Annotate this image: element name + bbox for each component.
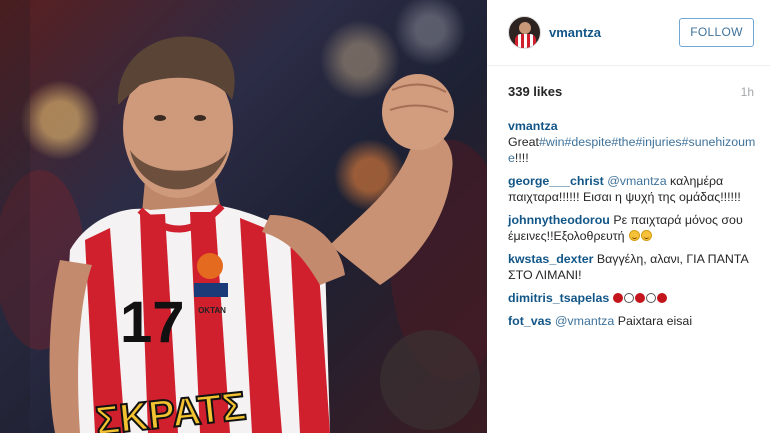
player-illustration: 17 OKTAN ΣΚΡΑΤΣ: [0, 0, 487, 433]
post-timestamp[interactable]: 1h: [741, 85, 754, 99]
red-circle-icon: [656, 293, 667, 303]
grinning-face-icon: [629, 230, 641, 241]
comment-username[interactable]: dimitris_tsapelas: [508, 291, 609, 305]
comment-item: kwstas_dexter Βαγγέλη, αλανι, ΓΙΑ ΠΑΝΤΑ …: [508, 251, 756, 283]
comment-item: vmantza Great#win#despite#the#injuries#s…: [508, 118, 756, 166]
red-circle-icon: [612, 293, 623, 303]
avatar[interactable]: [508, 16, 541, 49]
post-username[interactable]: vmantza: [549, 25, 601, 40]
avatar-head-shape: [519, 22, 531, 34]
red-circle-icon: [634, 293, 645, 303]
jersey-number: 17: [120, 290, 185, 355]
comment-item: dimitris_tsapelas: [508, 290, 756, 306]
comment-username[interactable]: george___christ: [508, 174, 604, 188]
post-stats: 339 likes 1h: [508, 84, 754, 100]
white-circle-icon: [645, 293, 656, 303]
mention-link[interactable]: @vmantza: [555, 314, 614, 328]
jersey-patch-text: OKTAN: [198, 306, 226, 315]
comment-text: !!!!: [514, 151, 529, 165]
post-header: vmantza FOLLOW: [487, 0, 770, 66]
mention-link[interactable]: @vmantza: [607, 174, 666, 188]
avatar-shirt-shape: [515, 34, 536, 48]
post-photo[interactable]: 17 OKTAN ΣΚΡΑΤΣ: [0, 0, 487, 433]
comment-text: Paixtara eisai: [614, 314, 693, 328]
white-circle-icon: [623, 293, 634, 303]
comment-username[interactable]: vmantza: [508, 119, 558, 133]
comment-username[interactable]: kwstas_dexter: [508, 252, 593, 266]
follow-button[interactable]: FOLLOW: [679, 18, 754, 47]
hashtag-link[interactable]: #injuries: [635, 135, 681, 149]
comment-item: johnnytheodorou Ρε παιχταρά μόνος σου έμ…: [508, 212, 756, 244]
grinning-face-icon: [641, 230, 653, 241]
comment-item: george___christ @vmantza καλημέρα παιχτα…: [508, 173, 756, 205]
comment-item: fot_vas @vmantza Paixtara eisai: [508, 313, 756, 329]
comment-list: vmantza Great#win#despite#the#injuries#s…: [508, 118, 756, 336]
hashtag-link[interactable]: #the: [611, 135, 635, 149]
comment-username[interactable]: fot_vas: [508, 314, 551, 328]
hashtag-link[interactable]: #win: [539, 135, 564, 149]
likes-count[interactable]: 339 likes: [508, 84, 562, 99]
post-sidebar: vmantza FOLLOW 339 likes 1h vmantza Grea…: [487, 0, 770, 433]
hashtag-link[interactable]: #despite: [564, 135, 611, 149]
comment-username[interactable]: johnnytheodorou: [508, 213, 610, 227]
comment-text: Great: [508, 135, 539, 149]
